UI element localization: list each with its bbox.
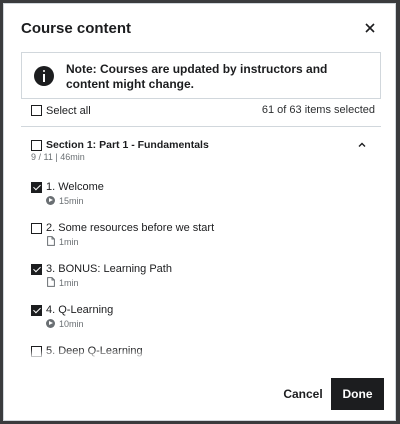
item-title: 3. BONUS: Learning Path: [46, 263, 172, 275]
cancel-button[interactable]: Cancel: [277, 378, 329, 410]
section-meta: 9 / 11 | 46min: [31, 152, 85, 162]
select-all-label: Select all: [46, 105, 91, 117]
item-duration: 1min: [59, 237, 79, 247]
note-text: Note: Courses are updated by instructors…: [66, 62, 328, 91]
selected-count: 61 of 63 items selected: [261, 104, 375, 116]
item-title: 2. Some resources before we start: [46, 222, 215, 234]
close-icon[interactable]: [361, 19, 379, 37]
play-icon: [46, 196, 55, 205]
note-banner: Note: Courses are updated by instructors…: [21, 52, 381, 99]
item-duration: 15min: [59, 196, 84, 206]
section-checkbox[interactable]: [31, 140, 42, 151]
item-duration: 10min: [59, 319, 84, 329]
section-title[interactable]: Section 1: Part 1 - Fundamentals: [46, 139, 209, 151]
item-checkbox[interactable]: [31, 305, 42, 316]
select-all-checkbox[interactable]: [31, 105, 42, 116]
file-icon: [47, 236, 55, 246]
chevron-up-icon[interactable]: [357, 140, 367, 150]
course-content-modal: Course content Note: Courses are updated…: [3, 3, 396, 421]
item-checkbox[interactable]: [31, 264, 42, 275]
file-icon: [47, 277, 55, 287]
info-icon: [34, 66, 54, 86]
item-title: 1. Welcome: [46, 181, 104, 193]
modal-title: Course content: [21, 20, 132, 37]
item-duration: 1min: [59, 278, 79, 288]
divider: [21, 126, 381, 127]
play-icon: [46, 319, 55, 328]
item-title: 4. Q-Learning: [46, 304, 114, 316]
item-checkbox[interactable]: [31, 182, 42, 193]
done-button[interactable]: Done: [331, 378, 384, 410]
scroll-fade: [21, 349, 381, 361]
item-checkbox[interactable]: [31, 223, 42, 234]
